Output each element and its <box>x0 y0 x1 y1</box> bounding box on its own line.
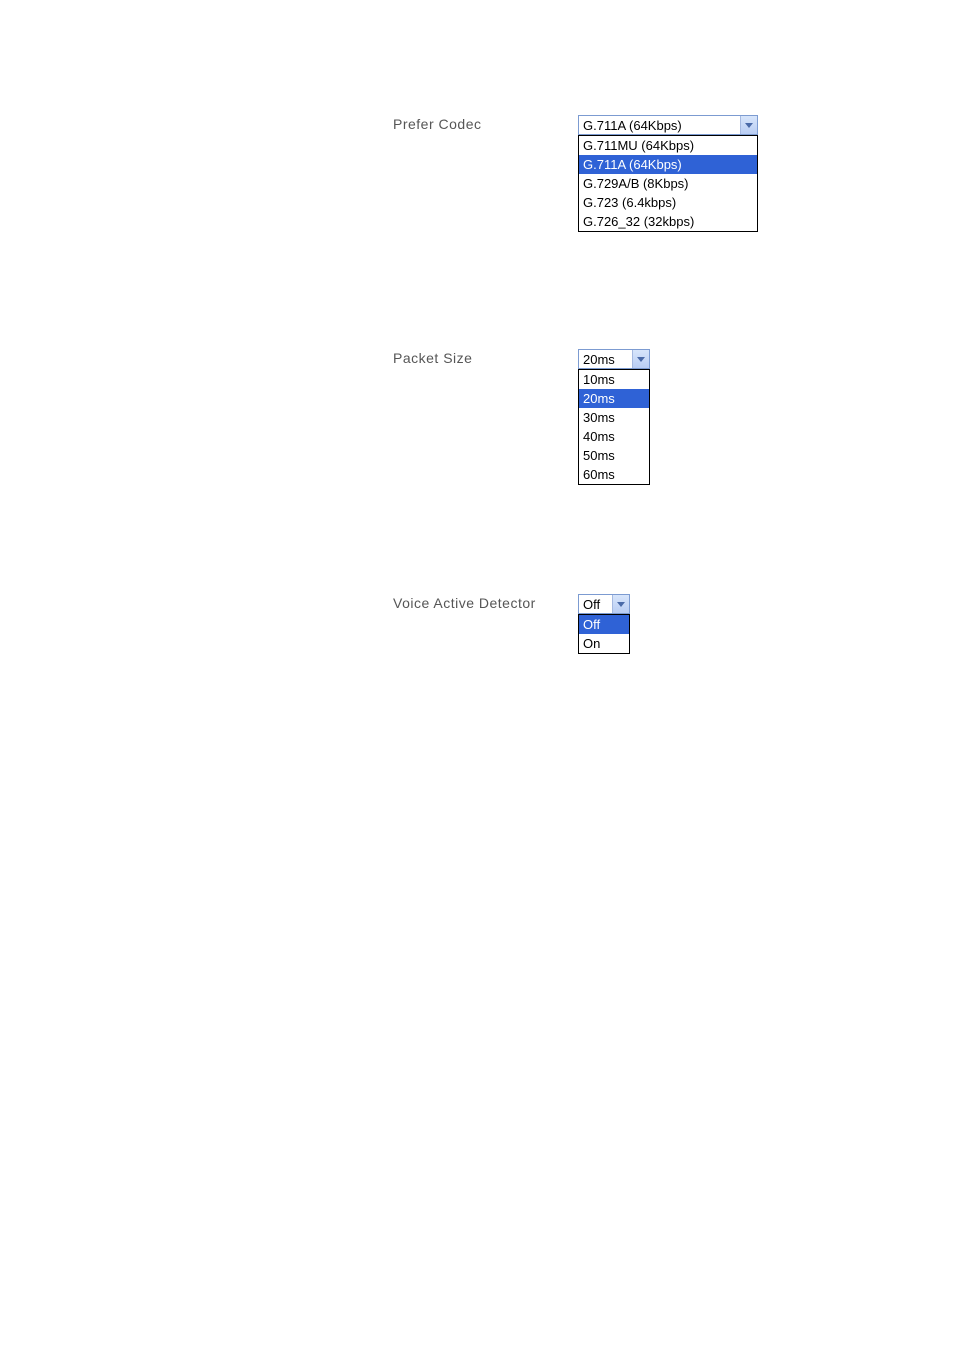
voice-active-detector-select[interactable]: Off <box>578 594 630 614</box>
packet-size-option[interactable]: 20ms <box>579 389 649 408</box>
prefer-codec-options: G.711MU (64Kbps) G.711A (64Kbps) G.729A/… <box>578 135 758 232</box>
prefer-codec-select-wrap: G.711A (64Kbps) G.711MU (64Kbps) G.711A … <box>578 115 758 232</box>
voice-active-detector-option[interactable]: Off <box>579 615 629 634</box>
prefer-codec-option[interactable]: G.729A/B (8Kbps) <box>579 174 757 193</box>
voice-active-detector-select-wrap: Off Off On <box>578 594 630 654</box>
packet-size-select-wrap: 20ms 10ms 20ms 30ms 40ms 50ms 60ms <box>578 349 650 485</box>
voice-active-detector-label: Voice Active Detector <box>393 594 578 611</box>
packet-size-options: 10ms 20ms 30ms 40ms 50ms 60ms <box>578 369 650 485</box>
packet-size-select[interactable]: 20ms <box>578 349 650 369</box>
chevron-down-icon <box>612 595 629 613</box>
prefer-codec-select[interactable]: G.711A (64Kbps) <box>578 115 758 135</box>
chevron-down-icon <box>740 116 757 134</box>
packet-size-row: Packet Size 20ms 10ms 20ms 30ms 40ms 50m… <box>393 349 650 485</box>
packet-size-option[interactable]: 10ms <box>579 370 649 389</box>
packet-size-label: Packet Size <box>393 349 578 366</box>
prefer-codec-selected-text: G.711A (64Kbps) <box>579 118 740 133</box>
voice-active-detector-selected-text: Off <box>579 597 612 612</box>
prefer-codec-option[interactable]: G.723 (6.4kbps) <box>579 193 757 212</box>
voice-active-detector-options: Off On <box>578 614 630 654</box>
chevron-down-icon <box>632 350 649 368</box>
voice-active-detector-row: Voice Active Detector Off Off On <box>393 594 630 654</box>
packet-size-selected-text: 20ms <box>579 352 632 367</box>
prefer-codec-option[interactable]: G.711A (64Kbps) <box>579 155 757 174</box>
prefer-codec-option[interactable]: G.726_32 (32kbps) <box>579 212 757 231</box>
packet-size-option[interactable]: 60ms <box>579 465 649 484</box>
prefer-codec-option[interactable]: G.711MU (64Kbps) <box>579 136 757 155</box>
packet-size-option[interactable]: 30ms <box>579 408 649 427</box>
prefer-codec-row: Prefer Codec G.711A (64Kbps) G.711MU (64… <box>393 115 758 232</box>
prefer-codec-label: Prefer Codec <box>393 115 578 132</box>
voice-active-detector-option[interactable]: On <box>579 634 629 653</box>
packet-size-option[interactable]: 50ms <box>579 446 649 465</box>
packet-size-option[interactable]: 40ms <box>579 427 649 446</box>
